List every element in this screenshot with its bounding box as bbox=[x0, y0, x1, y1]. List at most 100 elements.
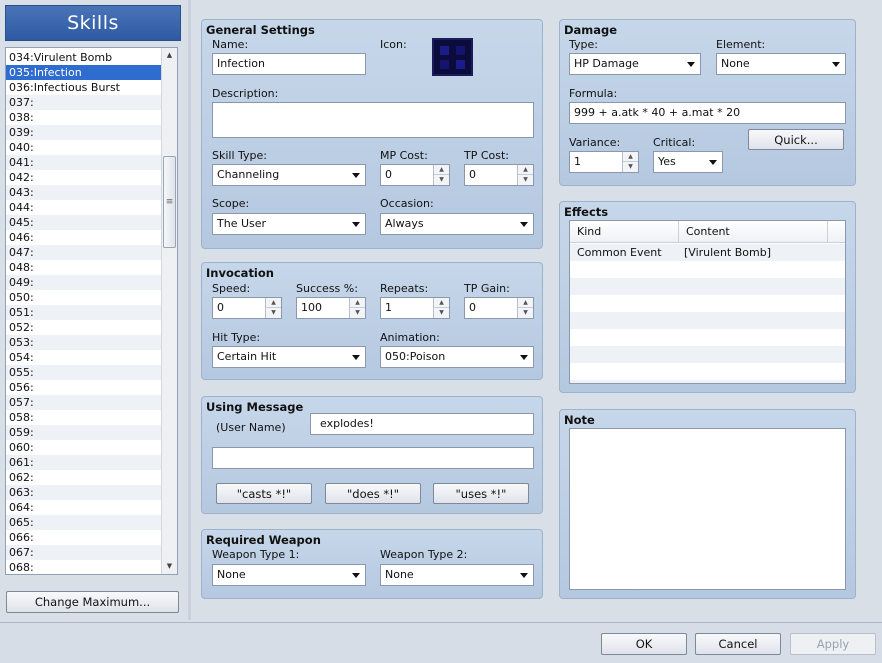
skill-list-item[interactable]: 050: bbox=[6, 290, 162, 305]
spin-down-icon[interactable]: ▼ bbox=[266, 308, 281, 318]
skill-list-item[interactable]: 058: bbox=[6, 410, 162, 425]
spin-down-icon[interactable]: ▼ bbox=[518, 308, 533, 318]
spin-down-icon[interactable]: ▼ bbox=[434, 308, 449, 318]
apply-button[interactable]: Apply bbox=[790, 633, 876, 655]
table-row[interactable]: Common Event [Virulent Bomb] bbox=[570, 244, 845, 261]
skill-list-item[interactable]: 040: bbox=[6, 140, 162, 155]
success-stepper[interactable]: 100 ▲ ▼ bbox=[296, 297, 366, 319]
occasion-select[interactable]: Always bbox=[380, 213, 534, 235]
description-input[interactable] bbox=[212, 102, 534, 138]
skill-list-item[interactable]: 044: bbox=[6, 200, 162, 215]
spin-down-icon[interactable]: ▼ bbox=[623, 162, 638, 172]
scroll-down-arrow-icon[interactable]: ▼ bbox=[162, 559, 177, 574]
skill-list-item[interactable]: 049: bbox=[6, 275, 162, 290]
panel-divider[interactable] bbox=[188, 0, 191, 620]
message-line1-input[interactable]: explodes! bbox=[310, 413, 534, 435]
table-row[interactable] bbox=[570, 346, 845, 363]
skill-list-item[interactable]: 035:Infection bbox=[6, 65, 162, 80]
element-select[interactable]: None bbox=[716, 53, 846, 75]
hit-type-select[interactable]: Certain Hit bbox=[212, 346, 366, 368]
skill-list-item[interactable]: 061: bbox=[6, 455, 162, 470]
skill-list-item[interactable]: 047: bbox=[6, 245, 162, 260]
scroll-up-arrow-icon[interactable]: ▲ bbox=[162, 48, 177, 63]
spin-down-icon[interactable]: ▼ bbox=[350, 308, 365, 318]
table-row[interactable] bbox=[570, 363, 845, 380]
list-scrollbar[interactable]: ▲ ≡ ▼ bbox=[161, 48, 177, 574]
skill-list-item[interactable]: 052: bbox=[6, 320, 162, 335]
table-row[interactable] bbox=[570, 312, 845, 329]
table-row[interactable] bbox=[570, 278, 845, 295]
spin-up-icon[interactable]: ▲ bbox=[266, 298, 281, 308]
tp-cost-stepper[interactable]: 0 ▲ ▼ bbox=[464, 164, 534, 186]
skill-list-item[interactable]: 060: bbox=[6, 440, 162, 455]
casts-button[interactable]: "casts *!" bbox=[216, 483, 312, 504]
skill-list-item[interactable]: 048: bbox=[6, 260, 162, 275]
skill-list-item[interactable]: 046: bbox=[6, 230, 162, 245]
repeats-stepper[interactable]: 1 ▲ ▼ bbox=[380, 297, 450, 319]
skill-list-item[interactable]: 063: bbox=[6, 485, 162, 500]
spin-up-icon[interactable]: ▲ bbox=[434, 165, 449, 175]
cancel-button[interactable]: Cancel bbox=[695, 633, 781, 655]
skill-list-item[interactable]: 057: bbox=[6, 395, 162, 410]
table-row[interactable] bbox=[570, 261, 845, 278]
formula-input[interactable]: 999 + a.atk * 40 + a.mat * 20 bbox=[569, 102, 846, 124]
skill-list-item[interactable]: 067: bbox=[6, 545, 162, 560]
skill-list-item[interactable]: 053: bbox=[6, 335, 162, 350]
skill-list-item[interactable]: 038: bbox=[6, 110, 162, 125]
skill-list-item[interactable]: 042: bbox=[6, 170, 162, 185]
effects-table[interactable]: Kind Content Common Event [Virulent Bomb… bbox=[569, 220, 846, 384]
change-maximum-button[interactable]: Change Maximum... bbox=[6, 591, 179, 613]
column-header-kind[interactable]: Kind bbox=[570, 221, 679, 243]
skill-list-item[interactable]: 037: bbox=[6, 95, 162, 110]
skill-icon[interactable] bbox=[432, 38, 473, 76]
skill-list-item[interactable]: 041: bbox=[6, 155, 162, 170]
skill-list-item[interactable]: 036:Infectious Burst bbox=[6, 80, 162, 95]
skill-list-item[interactable]: 056: bbox=[6, 380, 162, 395]
spin-up-icon[interactable]: ▲ bbox=[518, 298, 533, 308]
skill-list-item[interactable]: 043: bbox=[6, 185, 162, 200]
skill-list-item[interactable]: 059: bbox=[6, 425, 162, 440]
speed-stepper[interactable]: 0 ▲ ▼ bbox=[212, 297, 282, 319]
spin-up-icon[interactable]: ▲ bbox=[518, 165, 533, 175]
mp-cost-stepper[interactable]: 0 ▲ ▼ bbox=[380, 164, 450, 186]
spin-up-icon[interactable]: ▲ bbox=[434, 298, 449, 308]
skill-list-item[interactable]: 045: bbox=[6, 215, 162, 230]
critical-select[interactable]: Yes bbox=[653, 151, 723, 173]
column-header-content[interactable]: Content bbox=[679, 221, 828, 243]
weapon-type1-select[interactable]: None bbox=[212, 564, 366, 586]
table-row[interactable] bbox=[570, 329, 845, 346]
spin-up-icon[interactable]: ▲ bbox=[623, 152, 638, 162]
table-row[interactable] bbox=[570, 295, 845, 312]
weapon-type2-select[interactable]: None bbox=[380, 564, 534, 586]
skill-list-item[interactable]: 039: bbox=[6, 125, 162, 140]
skill-list-item[interactable]: 066: bbox=[6, 530, 162, 545]
skill-list-item[interactable]: 068: bbox=[6, 560, 162, 574]
skill-list-item[interactable]: 055: bbox=[6, 365, 162, 380]
tp-gain-stepper[interactable]: 0 ▲ ▼ bbox=[464, 297, 534, 319]
scroll-thumb[interactable]: ≡ bbox=[163, 156, 176, 248]
skill-list[interactable]: 034:Virulent Bomb 035:Infection 036:Infect… bbox=[5, 47, 178, 575]
uses-button[interactable]: "uses *!" bbox=[433, 483, 529, 504]
skill-list-item[interactable]: 062: bbox=[6, 470, 162, 485]
scope-select[interactable]: The User bbox=[212, 213, 366, 235]
spin-down-icon[interactable]: ▼ bbox=[518, 175, 533, 185]
message-line2-input[interactable] bbox=[212, 447, 534, 469]
quick-button[interactable]: Quick... bbox=[748, 129, 844, 150]
tp-gain-label: TP Gain: bbox=[464, 282, 510, 295]
ok-button[interactable]: OK bbox=[601, 633, 687, 655]
animation-select[interactable]: 050:Poison bbox=[380, 346, 534, 368]
spin-up-icon[interactable]: ▲ bbox=[350, 298, 365, 308]
skill-list-item[interactable]: 065: bbox=[6, 515, 162, 530]
damage-type-select[interactable]: HP Damage bbox=[569, 53, 701, 75]
does-button[interactable]: "does *!" bbox=[325, 483, 421, 504]
skill-list-item[interactable]: 034:Virulent Bomb bbox=[6, 50, 162, 65]
note-textarea[interactable] bbox=[569, 428, 846, 590]
skill-list-item[interactable]: 064: bbox=[6, 500, 162, 515]
name-input[interactable]: Infection bbox=[212, 53, 366, 75]
variance-stepper[interactable]: 1 ▲ ▼ bbox=[569, 151, 639, 173]
table-row[interactable] bbox=[570, 380, 845, 383]
skill-list-item[interactable]: 051: bbox=[6, 305, 162, 320]
skill-list-item[interactable]: 054: bbox=[6, 350, 162, 365]
skill-type-select[interactable]: Channeling bbox=[212, 164, 366, 186]
spin-down-icon[interactable]: ▼ bbox=[434, 175, 449, 185]
